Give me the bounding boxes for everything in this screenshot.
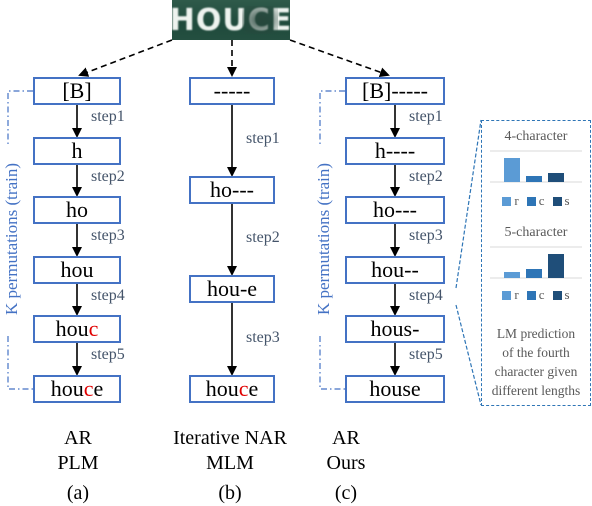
legend-label: r bbox=[514, 193, 519, 208]
bar-c bbox=[526, 176, 542, 182]
legend-item-r: r bbox=[502, 193, 519, 209]
legend-5char: r c s bbox=[482, 287, 590, 303]
legend-4char: r c s bbox=[482, 193, 590, 209]
legend-swatch-s bbox=[552, 290, 562, 300]
caption-a-tag: (a) bbox=[66, 482, 90, 504]
bar-s bbox=[548, 254, 564, 278]
legend-item-c: c bbox=[526, 193, 545, 209]
caption-b-line2: MLM bbox=[206, 452, 254, 474]
panel-description: LM prediction of the fourth character gi… bbox=[482, 324, 590, 400]
legend-item-s: s bbox=[552, 193, 570, 209]
legend-swatch-r bbox=[502, 290, 512, 300]
box-c-0: [B]----- bbox=[345, 77, 445, 105]
caption-a: AR PLM (a) bbox=[28, 426, 128, 506]
step-label-a-2: step2 bbox=[91, 168, 125, 185]
step-label-a-3: step3 bbox=[91, 227, 125, 244]
input-arrow-c bbox=[289, 39, 390, 78]
caption-a-line2: PLM bbox=[57, 452, 99, 474]
step-label-c-3: step3 bbox=[409, 227, 443, 244]
caption-b: Iterative NAR MLM (b) bbox=[150, 426, 310, 506]
box-a-3: hou bbox=[33, 256, 121, 284]
caption-c: AR Ours (c) bbox=[296, 426, 396, 506]
legend-item-c: c bbox=[526, 287, 545, 303]
box-b-3: hou c e bbox=[189, 375, 275, 403]
description-line: character given bbox=[494, 364, 578, 379]
step-label-a-5: step5 bbox=[91, 346, 125, 363]
mispredicted-char: c bbox=[88, 316, 99, 341]
bar-c bbox=[526, 269, 542, 278]
box-b-0: ----- bbox=[189, 77, 275, 105]
occlusion-smudge bbox=[242, 6, 278, 34]
box-a-0: [B] bbox=[33, 77, 121, 105]
step-label-a-1: step1 bbox=[91, 108, 125, 125]
k-permutations-label-c: K permutations (train) bbox=[314, 145, 334, 333]
caption-c-line1: AR bbox=[332, 427, 360, 449]
input-word-image: HOUCE bbox=[172, 0, 290, 40]
chart-title-4char: 4-character bbox=[504, 129, 568, 144]
box-a-5: hou c e bbox=[33, 375, 121, 403]
step-label-c-5: step5 bbox=[409, 346, 443, 363]
box-c-1: h---- bbox=[345, 137, 445, 165]
step-label-b-1: step1 bbox=[246, 130, 280, 147]
caption-c-line2: Ours bbox=[326, 452, 366, 474]
legend-label: r bbox=[514, 287, 519, 302]
bar-chart-4char bbox=[490, 150, 582, 183]
chart-title-5char: 5-character bbox=[504, 225, 568, 240]
bar-chart-5char bbox=[490, 246, 582, 279]
step-label-c-2: step2 bbox=[409, 168, 443, 185]
step-label-a-4: step4 bbox=[91, 287, 125, 304]
description-line: LM prediction bbox=[496, 326, 576, 341]
mispredicted-char: c bbox=[238, 376, 249, 401]
mispredicted-char: c bbox=[83, 376, 94, 401]
caption-b-line1: Iterative NAR bbox=[173, 427, 287, 449]
box-a-2: ho bbox=[33, 196, 121, 224]
box-c-4: hous- bbox=[345, 315, 445, 343]
legend-item-s: s bbox=[552, 287, 570, 303]
box-b-2: hou-e bbox=[189, 275, 275, 303]
k-permutations-label-a: K permutations (train) bbox=[2, 145, 22, 333]
legend-swatch-s bbox=[552, 196, 562, 206]
legend-item-r: r bbox=[502, 287, 519, 303]
box-a-4: hou c bbox=[33, 315, 121, 343]
bar-s bbox=[548, 173, 564, 182]
legend-label: c bbox=[538, 287, 545, 302]
legend-label: c bbox=[538, 193, 545, 208]
box-c-2: ho--- bbox=[345, 196, 445, 224]
lm-prediction-panel: 4-character r c s 5-character r c s LM p… bbox=[481, 120, 591, 406]
caption-a-line1: AR bbox=[64, 427, 92, 449]
bar-r bbox=[504, 158, 520, 182]
zoom-line-bottom bbox=[455, 304, 482, 406]
step-label-b-3: step3 bbox=[246, 328, 280, 346]
box-c-5: house bbox=[345, 375, 445, 403]
zoom-line-top bbox=[455, 119, 482, 289]
input-arrow-a bbox=[78, 39, 173, 77]
box-c-3: hou-- bbox=[345, 256, 445, 284]
bar-r bbox=[504, 272, 520, 278]
description-line: of the fourth bbox=[502, 345, 570, 360]
legend-swatch-c bbox=[526, 196, 536, 206]
step-label-b-2: step2 bbox=[246, 229, 280, 246]
caption-c-tag: (c) bbox=[334, 482, 358, 504]
step-label-c-4: step4 bbox=[409, 287, 443, 304]
legend-swatch-r bbox=[502, 196, 512, 206]
caption-b-tag: (b) bbox=[218, 482, 242, 504]
legend-label: s bbox=[564, 287, 570, 302]
step-label-c-1: step1 bbox=[409, 108, 443, 125]
description-line: different lengths bbox=[491, 383, 581, 398]
legend-swatch-c bbox=[526, 290, 536, 300]
box-b-1: ho--- bbox=[189, 176, 275, 204]
box-a-1: h bbox=[33, 137, 121, 165]
legend-label: s bbox=[564, 193, 570, 208]
